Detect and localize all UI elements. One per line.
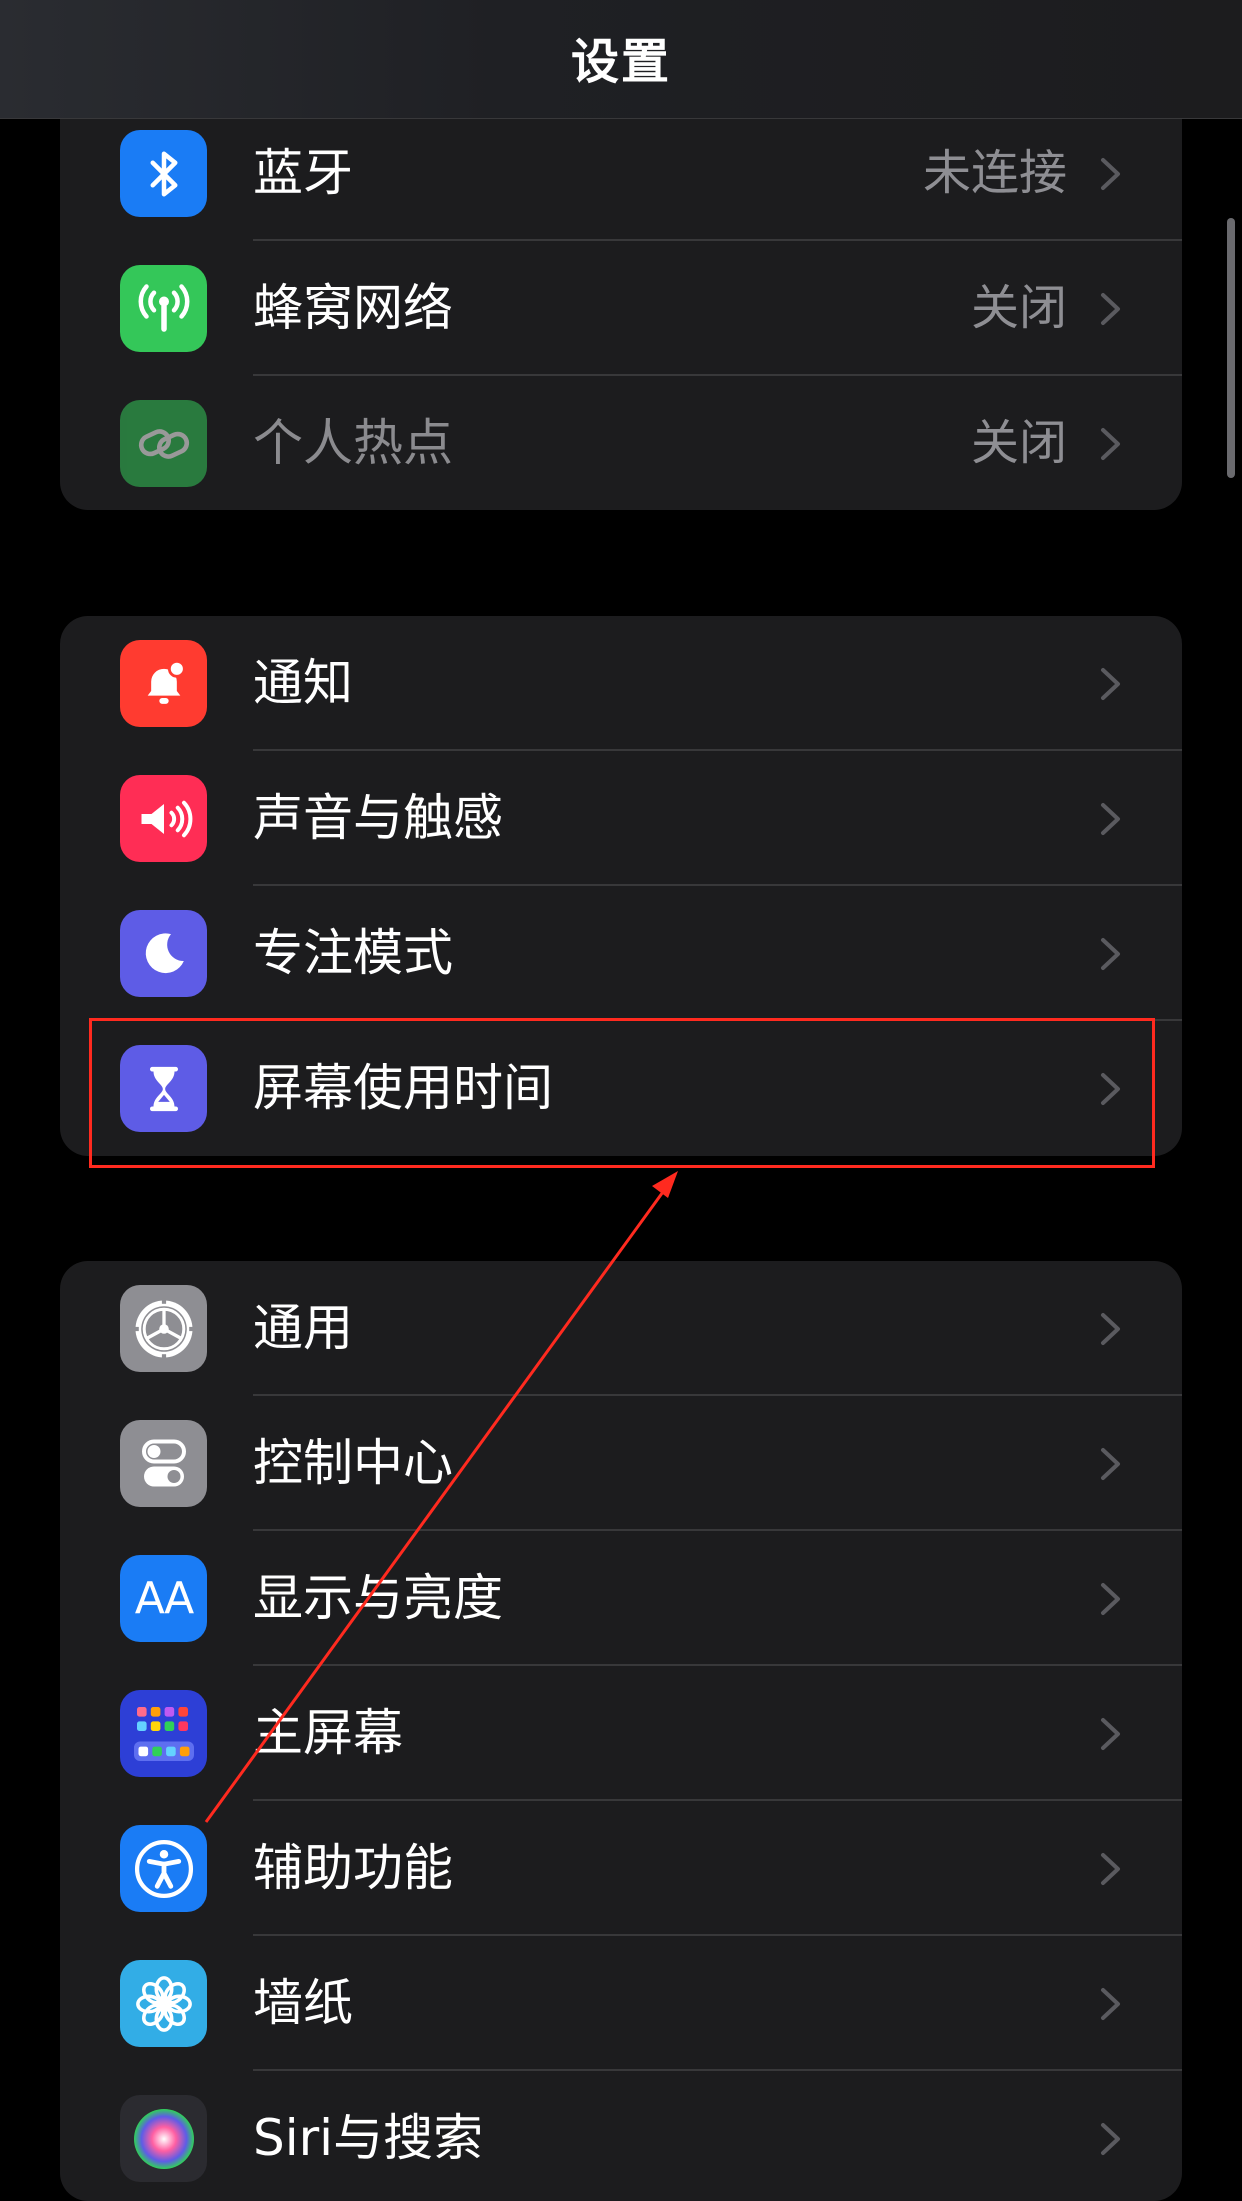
annotation-arrow	[204, 1171, 678, 1823]
